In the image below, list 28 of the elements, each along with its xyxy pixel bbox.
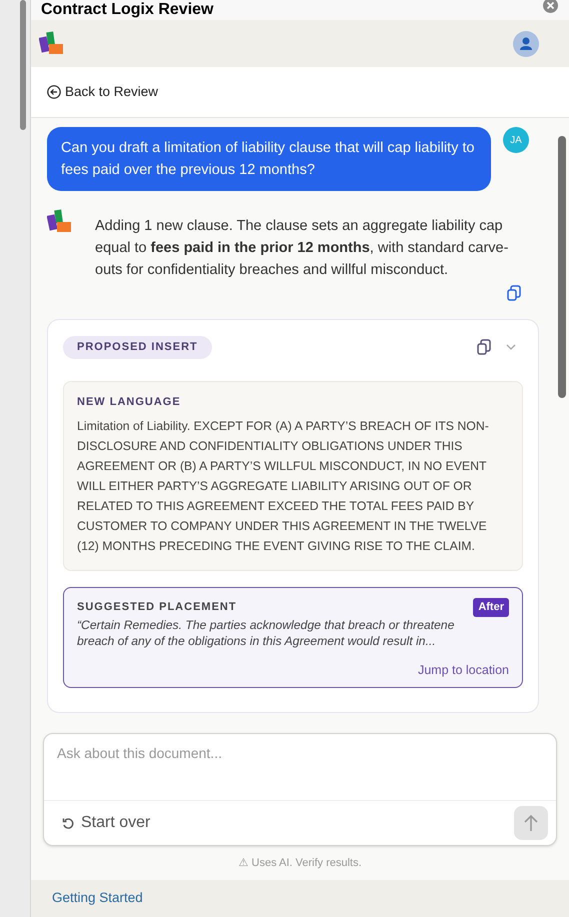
clause-text: Limitation of Liability. EXCEPT FOR (A) A PARTY’S BREACH OF ITS NON-DISCLOSURE AND CONFIDENTIALITY OBLIGATIONS UNDER THIS AGREEMENT OR (B) A PARTY’S WILLFUL MISCONDUCT, IN NO EVENT WILL EITHER PARTY’S AGGREGATE LIABILITY ARISING OUT OF OR RELATED TO THIS AGREEMENT EXCEED THE TOTAL FEES PAID BY CUSTOMER TO COMPANY UNDER THIS AGREEMENT IN THE TWELVE (12) MONTHS PRECEDING THE EVENT GIVING RISE TO THE CLAIM. <box>77 418 490 555</box>
scrollbar-thumb[interactable] <box>558 136 566 398</box>
after-badge: After <box>473 598 509 616</box>
excerpt-line: breach of any of the obligations in this Agreement would result in... <box>77 632 437 648</box>
message-field[interactable]: Ask about this document... Start over <box>43 733 557 846</box>
back-icon <box>47 85 61 99</box>
copy-icon[interactable] <box>507 285 521 301</box>
user-message: Can you draft a limitation of liability clause that will cap liability to fees paid over the previous 12 months? <box>47 127 491 191</box>
window-title: Contract Logix Review <box>41 0 214 19</box>
section-heading: SUGGESTED PLACEMENT <box>77 600 237 615</box>
excerpt-line: “Certain Remedies. The parties acknowledge that breach or threatene <box>77 616 456 632</box>
proposed-insert-badge: PROPOSED INSERT <box>63 336 212 358</box>
undo-icon <box>62 816 75 830</box>
back-link[interactable]: Back to Review <box>47 82 158 102</box>
close-icon[interactable] <box>543 0 558 13</box>
logo-icon <box>39 30 65 56</box>
assistant-message: Adding 1 new clause. The clause sets an aggregate liability cap equal to fees paid in the prior 12 months, with standard carve-outs for confidentiality breaches and willful misconduct. <box>95 217 510 280</box>
start-over-button[interactable]: Start over <box>52 811 160 835</box>
logo-icon <box>47 209 73 235</box>
user-avatar-icon[interactable] <box>513 30 539 56</box>
getting-started-link[interactable]: Getting Started <box>52 888 143 909</box>
jump-link[interactable]: Jump to location <box>418 660 509 680</box>
user-avatar: JA <box>503 127 529 153</box>
disclaimer-text: ⚠ Uses AI. Verify results. <box>237 856 363 871</box>
copy-icon[interactable] <box>477 339 491 356</box>
arrow-up-icon <box>523 814 539 832</box>
section-heading: NEW LANGUAGE <box>77 394 182 410</box>
scrollbar-thumb[interactable] <box>20 0 26 130</box>
